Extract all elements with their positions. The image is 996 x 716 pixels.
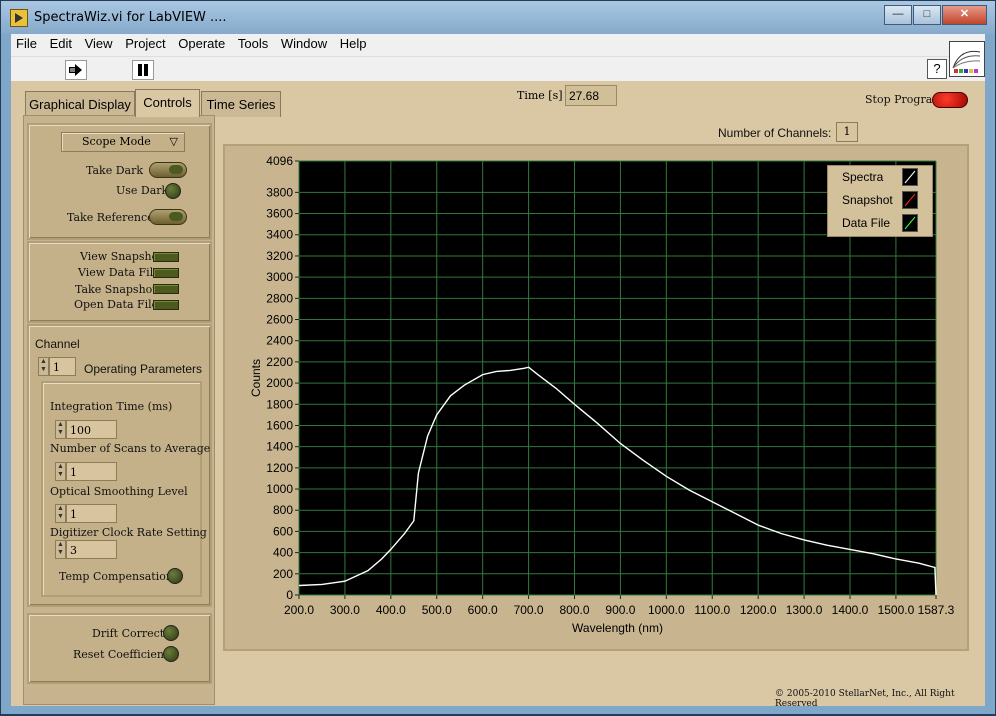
title-bar[interactable]: SpectraWiz.vi for LabVIEW .... — □ ✕ bbox=[1, 1, 995, 34]
channel-label: Channel bbox=[35, 337, 80, 351]
menu-operate[interactable]: Operate bbox=[174, 34, 229, 51]
context-help-button[interactable]: ? bbox=[927, 59, 947, 79]
menu-view[interactable]: View bbox=[81, 34, 117, 51]
reset-coefficients-label: Reset Coefficients bbox=[73, 648, 175, 661]
window-title: SpectraWiz.vi for LabVIEW .... bbox=[34, 10, 227, 25]
app-window: SpectraWiz.vi for LabVIEW .... — □ ✕ Fil… bbox=[0, 0, 996, 715]
take-dark-switch[interactable] bbox=[149, 162, 187, 178]
legend-label-data-file: Data File bbox=[842, 216, 891, 230]
scans-to-average-spinner[interactable]: ▲ ▼ bbox=[55, 462, 66, 481]
time-value: 27.68 bbox=[565, 85, 617, 106]
integration-time-field[interactable]: 100 bbox=[66, 420, 117, 439]
use-dark-label: Use Dark bbox=[116, 184, 169, 197]
channel-spinner[interactable]: ▲ ▼ bbox=[38, 357, 49, 376]
stop-program-button[interactable] bbox=[932, 92, 968, 108]
integration-time-label: Integration Time (ms) bbox=[50, 400, 173, 413]
plot-legend[interactable]: Spectra Snapshot Data File bbox=[827, 165, 933, 237]
maximize-button[interactable]: □ bbox=[913, 5, 941, 25]
drift-correct-led[interactable] bbox=[163, 625, 179, 641]
mode-value: Scope Mode bbox=[82, 135, 151, 148]
legend-swatch-snapshot[interactable] bbox=[902, 191, 918, 209]
menu-project[interactable]: Project bbox=[121, 34, 169, 51]
legend-swatch-spectra[interactable] bbox=[902, 168, 918, 186]
vi-icon bbox=[949, 41, 985, 77]
pause-button[interactable] bbox=[132, 60, 154, 80]
menu-file[interactable]: File bbox=[12, 34, 41, 51]
open-data-file-label: Open Data File bbox=[74, 298, 159, 311]
legend-label-spectra: Spectra bbox=[842, 170, 884, 184]
integration-time-spinner[interactable]: ▲ ▼ bbox=[55, 420, 66, 439]
minimize-button[interactable]: — bbox=[884, 5, 912, 25]
legend-label-snapshot: Snapshot bbox=[842, 193, 893, 207]
run-continuously-button[interactable] bbox=[65, 60, 87, 80]
use-dark-led[interactable] bbox=[165, 183, 181, 199]
chevron-down-icon: ▽ bbox=[169, 135, 178, 148]
pause-icon bbox=[138, 64, 148, 76]
menu-help[interactable]: Help bbox=[336, 34, 371, 51]
mode-dropdown[interactable]: Scope Mode ▽ bbox=[61, 132, 185, 152]
view-snapshot-label: View Snapshot bbox=[80, 250, 163, 263]
take-snapshot-label: Take Snapshot bbox=[75, 283, 157, 296]
clock-rate-field[interactable]: 3 bbox=[66, 540, 117, 559]
tab-graphical-display[interactable]: Graphical Display bbox=[25, 91, 135, 117]
menu-window[interactable]: Window bbox=[277, 34, 331, 51]
menu-edit[interactable]: Edit bbox=[46, 34, 76, 51]
number-of-channels-value: 1 bbox=[836, 122, 858, 142]
legend-swatch-data-file[interactable] bbox=[902, 214, 918, 232]
temp-compensation-label: Temp Compensation bbox=[59, 570, 173, 583]
close-button[interactable]: ✕ bbox=[942, 5, 987, 25]
menu-bar: File Edit View Project Operate Tools Win… bbox=[11, 34, 985, 56]
tab-time-series[interactable]: Time Series bbox=[201, 91, 281, 117]
view-data-file-label: View Data File bbox=[78, 266, 160, 279]
take-dark-label: Take Dark bbox=[86, 164, 144, 177]
take-reference-label: Take Reference bbox=[67, 211, 154, 224]
take-snapshot-button[interactable] bbox=[153, 284, 179, 294]
time-label: Time [s] bbox=[517, 89, 563, 102]
view-snapshot-button[interactable] bbox=[153, 252, 179, 262]
take-reference-switch[interactable] bbox=[149, 209, 187, 225]
clock-rate-label: Digitizer Clock Rate Setting bbox=[50, 526, 207, 539]
open-data-file-button[interactable] bbox=[153, 300, 179, 310]
smoothing-level-label: Optical Smoothing Level bbox=[50, 485, 188, 498]
run-continuously-icon bbox=[69, 64, 82, 76]
toolbar: ? bbox=[11, 41, 985, 82]
operating-parameters-label: Operating Parameters bbox=[84, 362, 203, 376]
drift-correct-label: Drift Correct bbox=[92, 627, 165, 640]
clock-rate-spinner[interactable]: ▲ ▼ bbox=[55, 540, 66, 559]
tab-controls[interactable]: Controls bbox=[135, 89, 200, 117]
channel-field[interactable]: 1 bbox=[49, 357, 76, 376]
copyright-text: © 2005-2010 StellarNet, Inc., All Right … bbox=[775, 689, 955, 709]
reset-coefficients-led[interactable] bbox=[163, 646, 179, 662]
menu-tools[interactable]: Tools bbox=[234, 34, 272, 51]
smoothing-level-spinner[interactable]: ▲ ▼ bbox=[55, 504, 66, 523]
scans-to-average-label: Number of Scans to Average bbox=[50, 442, 211, 455]
scans-to-average-field[interactable]: 1 bbox=[66, 462, 117, 481]
view-data-file-button[interactable] bbox=[153, 268, 179, 278]
smoothing-level-field[interactable]: 1 bbox=[66, 504, 117, 523]
number-of-channels-label: Number of Channels: bbox=[718, 126, 832, 140]
temp-compensation-led[interactable] bbox=[167, 568, 183, 584]
labview-app-icon bbox=[10, 9, 28, 27]
